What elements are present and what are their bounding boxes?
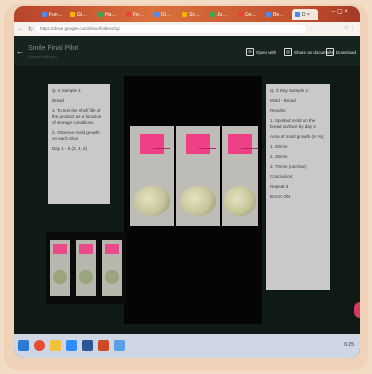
browser-tab[interactable]: Be… xyxy=(266,9,288,20)
note-line: Repeat 3 xyxy=(270,184,289,189)
left-notes-panel: Q. 5 Sample 1: Bread 1. To test the shel… xyxy=(48,84,110,204)
note-line: Q. 5 Sample 1: xyxy=(52,88,83,93)
browser-tab[interactable]: Ge… xyxy=(238,9,264,20)
pink-label xyxy=(186,134,216,154)
bread-sample xyxy=(134,186,170,216)
browser-tab[interactable]: Fe… xyxy=(126,9,152,20)
browser-toolbar: ← ↻ https://drive.google.com/drive/folde… xyxy=(14,22,360,36)
thumb-bag xyxy=(102,240,122,296)
browser-tab[interactable]: Gi… xyxy=(154,9,180,20)
note-line: Q. 3 Day Sample 1: xyxy=(270,88,310,93)
browser-tab[interactable]: Gi… xyxy=(70,9,96,20)
note-line: Area of mold growth (in %): xyxy=(270,134,325,139)
browser-tab-active[interactable]: D × xyxy=(292,9,318,20)
thumb-bag xyxy=(50,240,70,296)
pink-label xyxy=(228,134,258,154)
note-line: 3. 70mm (unclear) xyxy=(270,164,307,169)
browser-tab[interactable]: Sc… xyxy=(182,9,208,20)
tab-favicon xyxy=(266,12,271,17)
drive-preview-header: ← Smile Final Pilot Shared with you ⊞ Ope… xyxy=(14,36,360,66)
browser-tab[interactable]: Fun… xyxy=(42,9,68,20)
tab-favicon xyxy=(182,12,187,17)
thumb-bag xyxy=(76,240,96,296)
sample-bag xyxy=(130,126,174,226)
sample-bag xyxy=(176,126,220,226)
tab-strip: Fun… Gi… Ha… Fe… Gi… Sc… Ju… Ge… Be… D ×… xyxy=(14,6,360,22)
open-with-icon: ⊞ xyxy=(246,48,254,56)
tab-favicon xyxy=(210,12,215,17)
chrome-icon[interactable] xyxy=(34,340,45,351)
document-viewer: Q. 5 Sample 1: Bread 1. To test the shel… xyxy=(14,66,360,334)
tab-favicon xyxy=(238,12,243,17)
bread-sample xyxy=(224,186,256,216)
powerpoint-icon[interactable] xyxy=(98,340,109,351)
note-line: 1. 40mm xyxy=(270,144,288,149)
right-notes-panel: Q. 3 Day Sample 1: Mold - Bread Results:… xyxy=(266,84,330,290)
tab-favicon xyxy=(98,12,103,17)
clock: 6:25 xyxy=(344,342,354,348)
file-subtitle: Shared with you xyxy=(28,54,57,59)
file-explorer-icon[interactable] xyxy=(50,340,61,351)
note-line: 1. Spotted mold on the bread surface by … xyxy=(270,118,316,129)
note-line: BACK ON xyxy=(270,194,291,199)
windows-icon[interactable] xyxy=(18,340,29,351)
address-bar[interactable]: https://drive.google.com/drive/folders/1… xyxy=(36,25,306,33)
pink-label xyxy=(140,134,170,154)
note-line: Mold - Bread xyxy=(270,98,296,103)
file-title: Smile Final Pilot xyxy=(28,45,79,52)
tab-favicon xyxy=(295,12,300,17)
note-line: 1. To test the shelf life of the product… xyxy=(52,108,102,125)
add-comment-fab[interactable] xyxy=(354,302,360,318)
note-line: Results: xyxy=(270,108,287,113)
tab-favicon xyxy=(126,12,131,17)
note-line: Bread xyxy=(52,98,65,103)
browser-tab[interactable]: Ha… xyxy=(98,9,124,20)
extensions-icon[interactable]: ☆ ⋮ xyxy=(344,25,355,31)
tab-favicon xyxy=(154,12,159,17)
window-controls[interactable]: – ▢ × xyxy=(332,8,348,15)
note-line: 2. 25mm xyxy=(270,154,288,159)
back-arrow-icon[interactable]: ← xyxy=(18,26,24,32)
sample-bag xyxy=(222,126,258,226)
reload-icon[interactable]: ↻ xyxy=(28,26,33,33)
word-icon[interactable] xyxy=(82,340,93,351)
screen: Fun… Gi… Ha… Fe… Gi… Sc… Ju… Ge… Be… D ×… xyxy=(14,6,360,358)
download-button[interactable]: ⇩ Download xyxy=(326,48,356,56)
note-line: Day 1 - 5 (3, 4, 5) xyxy=(52,146,88,151)
document-icon: ▤ xyxy=(284,48,292,56)
tab-favicon xyxy=(42,12,47,17)
bread-sample xyxy=(180,186,216,216)
tab-favicon xyxy=(70,12,75,17)
thumbnail-photo xyxy=(46,232,126,304)
sample-photo xyxy=(124,76,262,324)
note-line: 2. Observe mold growth on each slice xyxy=(52,130,100,141)
taskbar: 6:25 xyxy=(14,334,360,358)
download-icon: ⇩ xyxy=(326,48,334,56)
note-line: Conclusion: xyxy=(270,174,294,179)
open-with-button[interactable]: ⊞ Open with xyxy=(246,48,276,56)
zoom-icon[interactable] xyxy=(66,340,77,351)
browser-tab[interactable]: Ju… xyxy=(210,9,236,20)
close-preview-arrow-icon[interactable]: ← xyxy=(16,47,24,56)
photos-icon[interactable] xyxy=(114,340,125,351)
